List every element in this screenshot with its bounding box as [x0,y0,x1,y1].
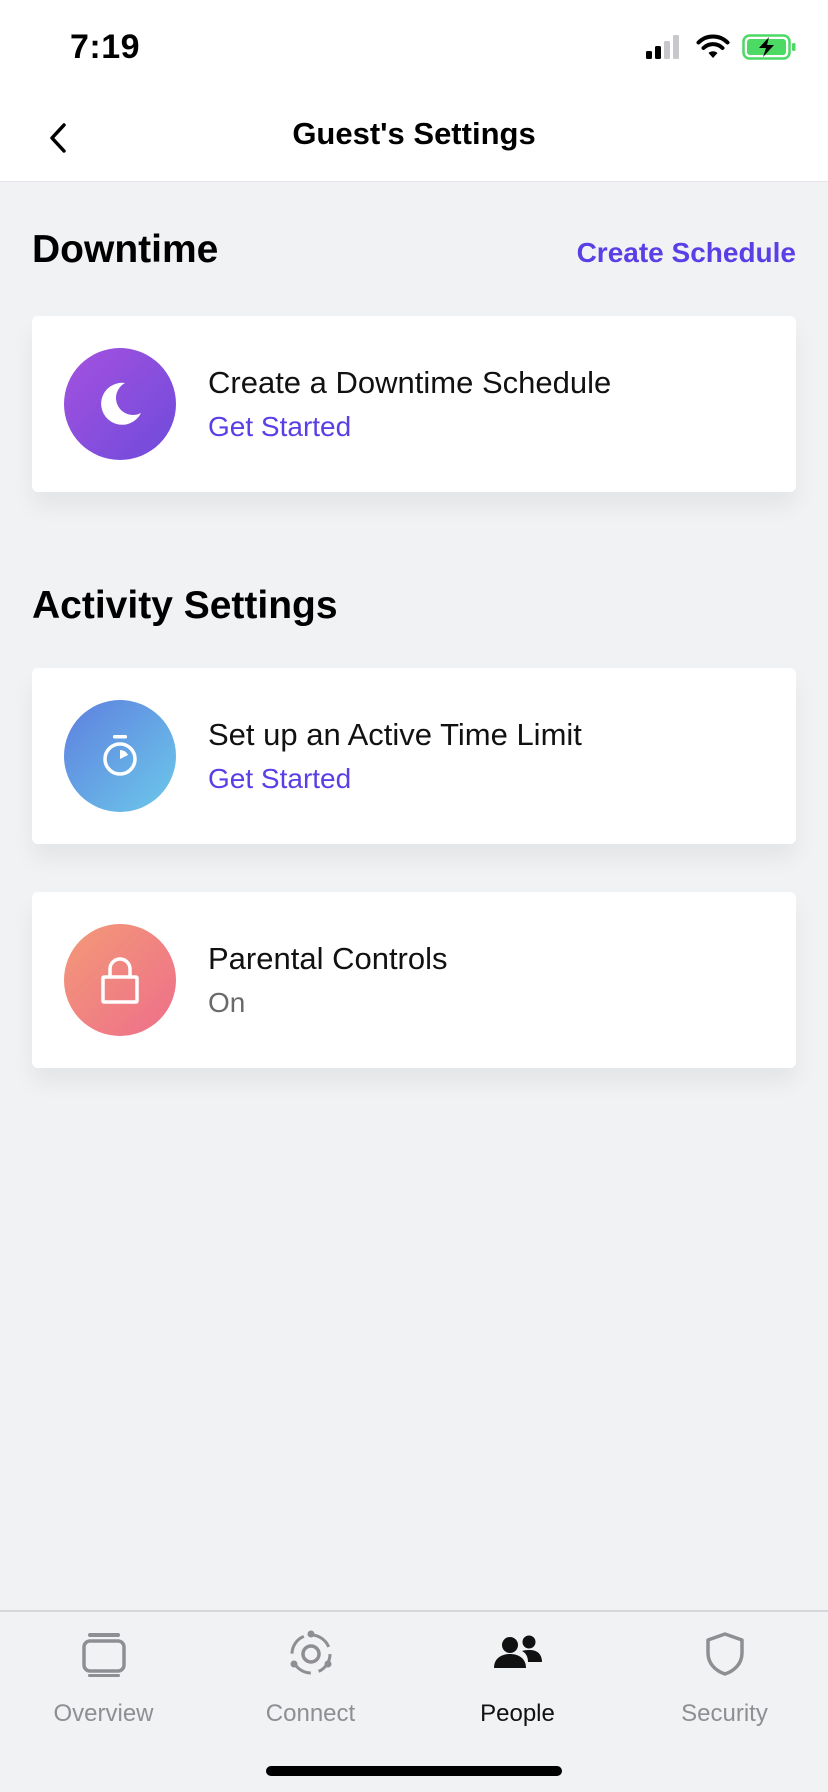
navigation-bar: Guest's Settings [0,100,828,182]
tab-security-label: Security [681,1700,768,1727]
downtime-card-title: Create a Downtime Schedule [208,365,612,400]
stopwatch-icon [64,700,176,812]
lock-icon [64,924,176,1036]
tab-overview-label: Overview [53,1700,154,1727]
parental-controls-title: Parental Controls [208,941,448,976]
downtime-section-title: Downtime [32,228,219,271]
tab-people-label: People [480,1700,555,1727]
active-time-card-title: Set up an Active Time Limit [208,717,582,752]
tab-overview[interactable]: Overview [0,1626,207,1736]
active-time-card-text: Set up an Active Time Limit Get Started [208,717,582,795]
overview-icon [76,1626,132,1682]
status-time: 7:19 [70,28,141,66]
people-icon [490,1626,546,1682]
tab-connect-label: Connect [265,1700,356,1727]
shield-icon [697,1626,753,1682]
status-icons [644,33,798,66]
activity-section-header: Activity Settings [32,584,796,628]
parental-controls-status: On [208,987,246,1018]
downtime-section-header: Downtime Create Schedule [32,228,796,272]
status-bar: 7:19 [0,0,828,100]
downtime-get-started[interactable]: Get Started [208,411,611,443]
downtime-card-text: Create a Downtime Schedule Get Started [208,365,611,443]
parental-controls-text: Parental Controls On [208,941,448,1019]
home-indicator [266,1766,562,1776]
tab-connect[interactable]: Connect [207,1626,414,1736]
tab-people[interactable]: People [414,1626,621,1736]
create-schedule-link[interactable]: Create Schedule [577,237,796,269]
connect-icon [283,1626,339,1682]
tab-security[interactable]: Security [621,1626,828,1736]
active-time-get-started[interactable]: Get Started [208,763,582,795]
battery-charging-icon [742,33,798,66]
page-title: Guest's Settings [292,116,536,151]
wifi-icon [696,34,730,65]
downtime-schedule-card[interactable]: Create a Downtime Schedule Get Started [32,316,796,492]
moon-icon [64,348,176,460]
parental-controls-card[interactable]: Parental Controls On [32,892,796,1068]
cellular-signal-icon [644,34,684,65]
tab-bar: Overview Connect People Security [0,1610,828,1792]
active-time-limit-card[interactable]: Set up an Active Time Limit Get Started [32,668,796,844]
activity-section-title: Activity Settings [32,584,338,627]
